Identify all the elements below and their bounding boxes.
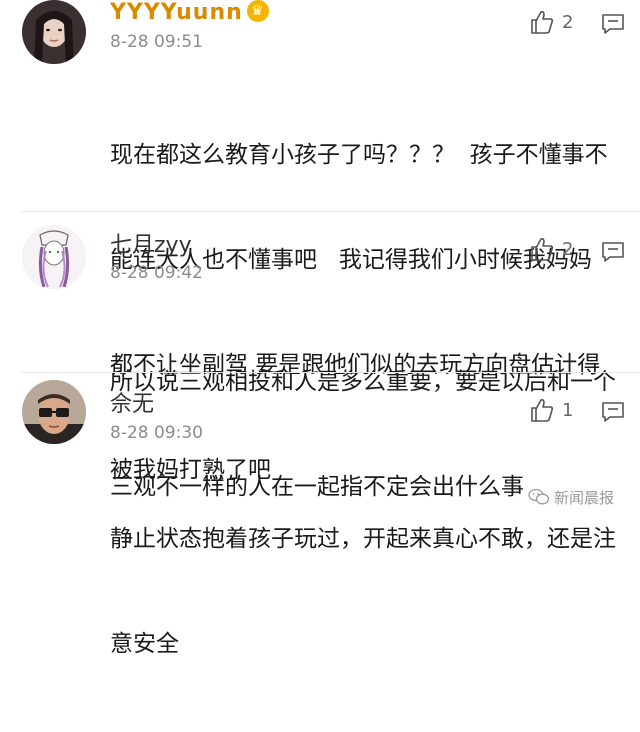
comment-line: 所以说三观相投和人是多么重要，要是以后和一个 [110, 369, 616, 395]
like-count: 1 [562, 399, 574, 421]
like-button[interactable]: 2 [530, 8, 573, 36]
comment-line: 现在都这么教育小孩子了吗？？？ 孩子不懂事不 [110, 142, 608, 168]
watermark: 新闻晨报 [528, 484, 614, 510]
comment-icon [602, 242, 624, 262]
like-count: 2 [562, 238, 574, 260]
username[interactable]: 佘无 [110, 392, 154, 418]
like-button[interactable]: 2 [530, 235, 573, 263]
divider [22, 372, 640, 373]
username-text[interactable]: YYYYuunn [110, 0, 243, 25]
wechat-icon [528, 488, 550, 505]
comment-icon [602, 402, 624, 422]
thumbs-up-icon [531, 238, 554, 261]
vip-badge-icon: ♛ [246, 0, 269, 22]
comment-icon [602, 14, 624, 34]
username[interactable]: YYYYuunn ♛ [110, 0, 269, 26]
username[interactable]: 七月zyy [110, 233, 192, 259]
reply-button[interactable] [601, 240, 625, 264]
reply-button[interactable] [601, 400, 625, 424]
timestamp: 8-28 09:42 [110, 263, 203, 283]
divider [22, 211, 640, 212]
avatar-man-glasses-image [22, 380, 86, 444]
like-button[interactable]: 1 [530, 396, 573, 424]
watermark-text: 新闻晨报 [554, 488, 615, 507]
comment-line: 意安全 [110, 631, 179, 657]
avatar[interactable] [22, 380, 86, 444]
avatar-girl-dark-hair-image [22, 0, 86, 64]
avatar[interactable] [22, 225, 86, 289]
thumbs-up-icon [531, 399, 554, 422]
like-count: 2 [562, 11, 574, 33]
avatar-sketch-girl-image [22, 225, 86, 289]
avatar[interactable] [22, 0, 86, 64]
thumbs-up-icon [531, 11, 554, 34]
comment-line: 静止状态抱着孩子玩过，开起来真心不敢，还是注 [110, 526, 616, 552]
timestamp: 8-28 09:51 [110, 32, 203, 52]
timestamp: 8-28 09:30 [110, 423, 203, 443]
reply-button[interactable] [601, 12, 625, 36]
